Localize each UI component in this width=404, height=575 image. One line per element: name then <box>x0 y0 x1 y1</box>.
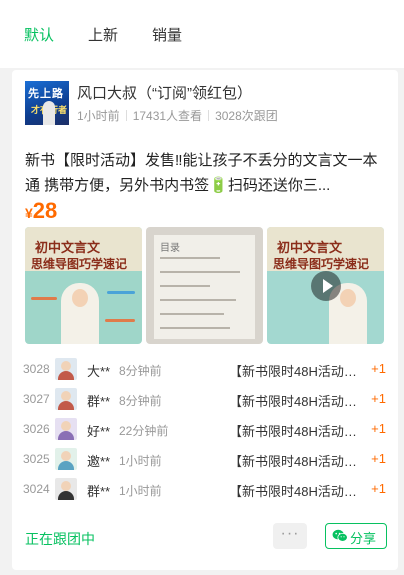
head <box>61 361 71 371</box>
contents-title: 目录 <box>160 243 180 254</box>
buyer-name: 群** <box>87 394 111 409</box>
price-value: 28 <box>32 198 58 223</box>
list-item[interactable]: 3028 大** 8分钟前 【新书限时48H活动】初中文言文 +1 <box>12 358 398 382</box>
mindmap-line <box>105 319 135 322</box>
body <box>58 371 74 380</box>
head <box>61 391 71 401</box>
text-line <box>160 299 236 301</box>
product-name: 【新书限时48H活动】初中文言文 <box>229 424 357 439</box>
face <box>72 289 88 307</box>
quantity: +1 <box>371 391 386 406</box>
buyer-name: 大** <box>87 364 111 379</box>
product-image-cover[interactable]: 初中文言文 思维导图巧学速记 <box>25 227 142 344</box>
tab-default[interactable]: 默认 <box>24 24 54 45</box>
avatar <box>55 418 77 440</box>
text-line <box>160 327 230 329</box>
list-item[interactable]: 3027 群** 8分钟前 【新书限时48H活动】初中文言文 +1 <box>12 388 398 412</box>
cover-subtitle: 思维导图巧学速记 <box>31 257 128 271</box>
more-button[interactable]: ··· <box>273 523 307 549</box>
avatar <box>55 478 77 500</box>
body <box>58 491 74 500</box>
list-item[interactable]: 3026 好** 22分钟前 【新书限时48H活动】初中文言文 +1 <box>12 418 398 442</box>
product-name: 【新书限时48H活动】初中文言文 <box>229 484 357 499</box>
list-item[interactable]: 3025 邀** 1小时前 【新书限时48H活动】初中文言文 +1 <box>12 448 398 472</box>
scholar-illustration <box>61 283 99 344</box>
text-line <box>160 271 240 273</box>
divider <box>125 110 127 121</box>
cover-title: 初中文言文 <box>277 240 343 255</box>
share-label: 分享 <box>350 531 377 546</box>
wechat-icon <box>332 529 348 542</box>
tab-new[interactable]: 上新 <box>88 24 118 45</box>
order-number: 3024 <box>23 482 50 496</box>
list-item[interactable]: 3024 群** 1小时前 【新书限时48H活动】初中文言文 +1 <box>12 478 398 502</box>
body <box>58 461 74 470</box>
cover-title: 初中文言文 <box>35 240 101 255</box>
price: ¥28 <box>25 198 57 224</box>
order-number: 3025 <box>23 452 50 466</box>
order-number: 3028 <box>23 362 50 376</box>
post-header: 先上路 才有行者 风口大叔（“订阅”领红包） 1小时前 17431人查看 3028次… <box>25 81 385 125</box>
play-icon[interactable] <box>311 271 341 301</box>
mindmap-line <box>31 297 57 300</box>
product-video-thumb[interactable]: 初中文言文 思维导图巧学速记 <box>267 227 384 344</box>
group-buy-status: 正在跟团中 <box>25 531 95 547</box>
text-line <box>160 285 210 287</box>
buyer-name: 群** <box>87 484 111 499</box>
divider <box>208 110 210 121</box>
sort-tabs: 默认 上新 销量 <box>0 0 404 68</box>
order-time: 22分钟前 <box>119 424 169 438</box>
tab-sales[interactable]: 销量 <box>152 24 182 45</box>
order-number: 3027 <box>23 392 50 406</box>
order-time: 1小时前 <box>119 454 162 468</box>
post-time: 1小时前 <box>77 109 120 123</box>
face <box>340 289 356 307</box>
quantity: +1 <box>371 481 386 496</box>
quantity: +1 <box>371 451 386 466</box>
person-icon <box>43 101 55 125</box>
body <box>58 431 74 440</box>
group-buy-card[interactable]: 先上路 才有行者 风口大叔（“订阅”领红包） 1小时前 17431人查看 3028次… <box>12 70 398 570</box>
post-description[interactable]: 新书【限时活动】发售‼能让孩子不丢分的文言文一本通 携带方便，另外书内书签🔋扫码… <box>25 148 383 198</box>
body <box>58 401 74 410</box>
share-button[interactable]: 分享 <box>325 523 387 549</box>
head <box>61 481 71 491</box>
text-line <box>160 313 224 315</box>
follow-count: 3028次跟团 <box>215 109 278 123</box>
buyer-name: 好** <box>87 424 111 439</box>
quantity: +1 <box>371 361 386 376</box>
avatar <box>55 388 77 410</box>
post-meta: 1小时前 17431人查看 3028次跟团 <box>77 107 278 124</box>
buyer-name: 邀** <box>87 454 111 469</box>
head <box>61 451 71 461</box>
order-number: 3026 <box>23 422 50 436</box>
head <box>61 421 71 431</box>
currency-symbol: ¥ <box>25 205 33 221</box>
avatar <box>55 448 77 470</box>
mindmap-line <box>107 291 135 294</box>
avatar[interactable]: 先上路 才有行者 <box>25 81 69 125</box>
product-name: 【新书限时48H活动】初中文言文 <box>229 394 357 409</box>
product-name: 【新书限时48H活动】初中文言文 <box>229 454 357 469</box>
quantity: +1 <box>371 421 386 436</box>
product-image-contents[interactable]: 目录 <box>146 227 263 344</box>
author-name[interactable]: 风口大叔（“订阅”领红包） <box>77 82 252 103</box>
order-time: 8分钟前 <box>119 394 162 408</box>
avatar-text: 先上路 <box>28 88 64 100</box>
cover-subtitle: 思维导图巧学速记 <box>273 257 370 271</box>
order-time: 1小时前 <box>119 484 162 498</box>
avatar <box>55 358 77 380</box>
order-time: 8分钟前 <box>119 364 162 378</box>
text-line <box>160 257 220 259</box>
view-count: 17431人查看 <box>132 109 203 123</box>
product-name: 【新书限时48H活动】初中文言文 <box>229 364 357 379</box>
